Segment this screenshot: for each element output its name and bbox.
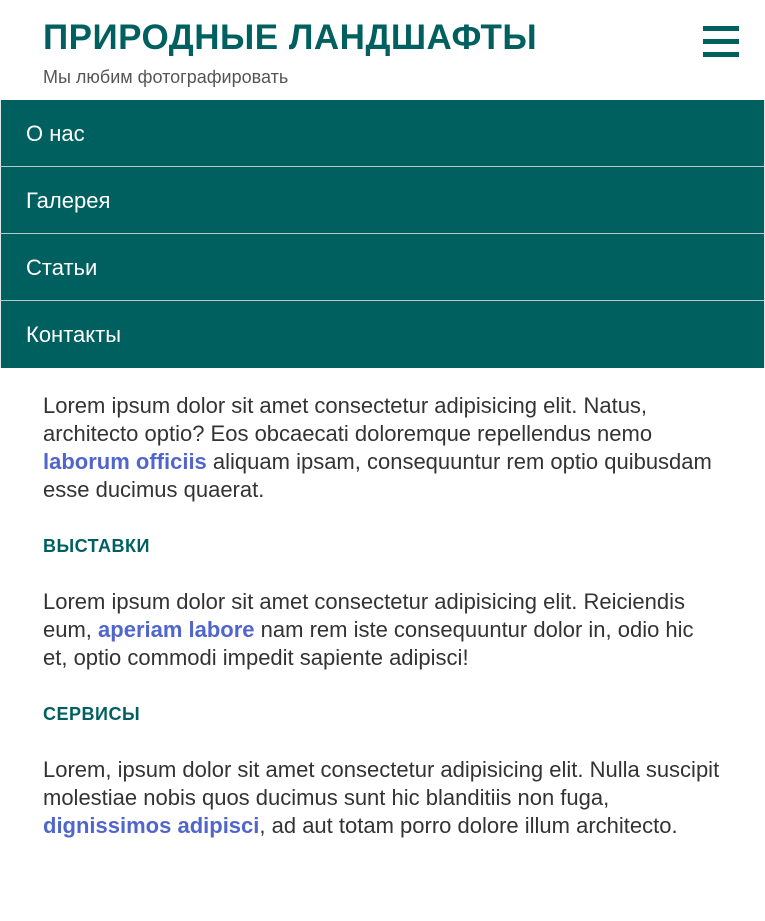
nav-item-gallery[interactable]: Галерея [0, 167, 765, 234]
site-title: ПРИРОДНЫЕ ЛАНДШАФТЫ [43, 18, 538, 57]
paragraph-text: Lorem, ipsum dolor sit amet consectetur … [43, 757, 720, 810]
section-heading-services: СЕРВИСЫ [43, 704, 141, 724]
hamburger-bar [703, 51, 739, 57]
main-content: Lorem ipsum dolor sit amet consectetur a… [0, 368, 765, 840]
inline-link[interactable]: dignissimos adipisci [43, 813, 259, 838]
site-header: ПРИРОДНЫЕ ЛАНДШАФТЫ Мы любим фотографиро… [0, 0, 765, 100]
nav-item-contacts[interactable]: Контакты [0, 301, 765, 368]
section-heading-exhibitions: ВЫСТАВКИ [43, 536, 150, 556]
hamburger-bar [703, 25, 739, 31]
nav-item-articles[interactable]: Статьи [0, 234, 765, 301]
services-paragraph: Lorem, ipsum dolor sit amet consectetur … [43, 756, 722, 840]
intro-paragraph: Lorem ipsum dolor sit amet consectetur a… [43, 392, 722, 504]
nav-item-about[interactable]: О нас [0, 100, 765, 167]
hamburger-bar [703, 38, 739, 44]
inline-link[interactable]: aperiam labore [98, 617, 255, 642]
paragraph-text: , ad aut totam porro dolore illum archit… [259, 813, 678, 838]
exhibitions-paragraph: Lorem ipsum dolor sit amet consectetur a… [43, 588, 722, 672]
paragraph-text: Lorem ipsum dolor sit amet consectetur a… [43, 393, 653, 446]
main-nav: О нас Галерея Статьи Контакты [0, 100, 765, 368]
site-subtitle: Мы любим фотографировать [43, 67, 289, 87]
hamburger-icon[interactable] [703, 20, 739, 62]
inline-link[interactable]: laborum officiis [43, 449, 207, 474]
